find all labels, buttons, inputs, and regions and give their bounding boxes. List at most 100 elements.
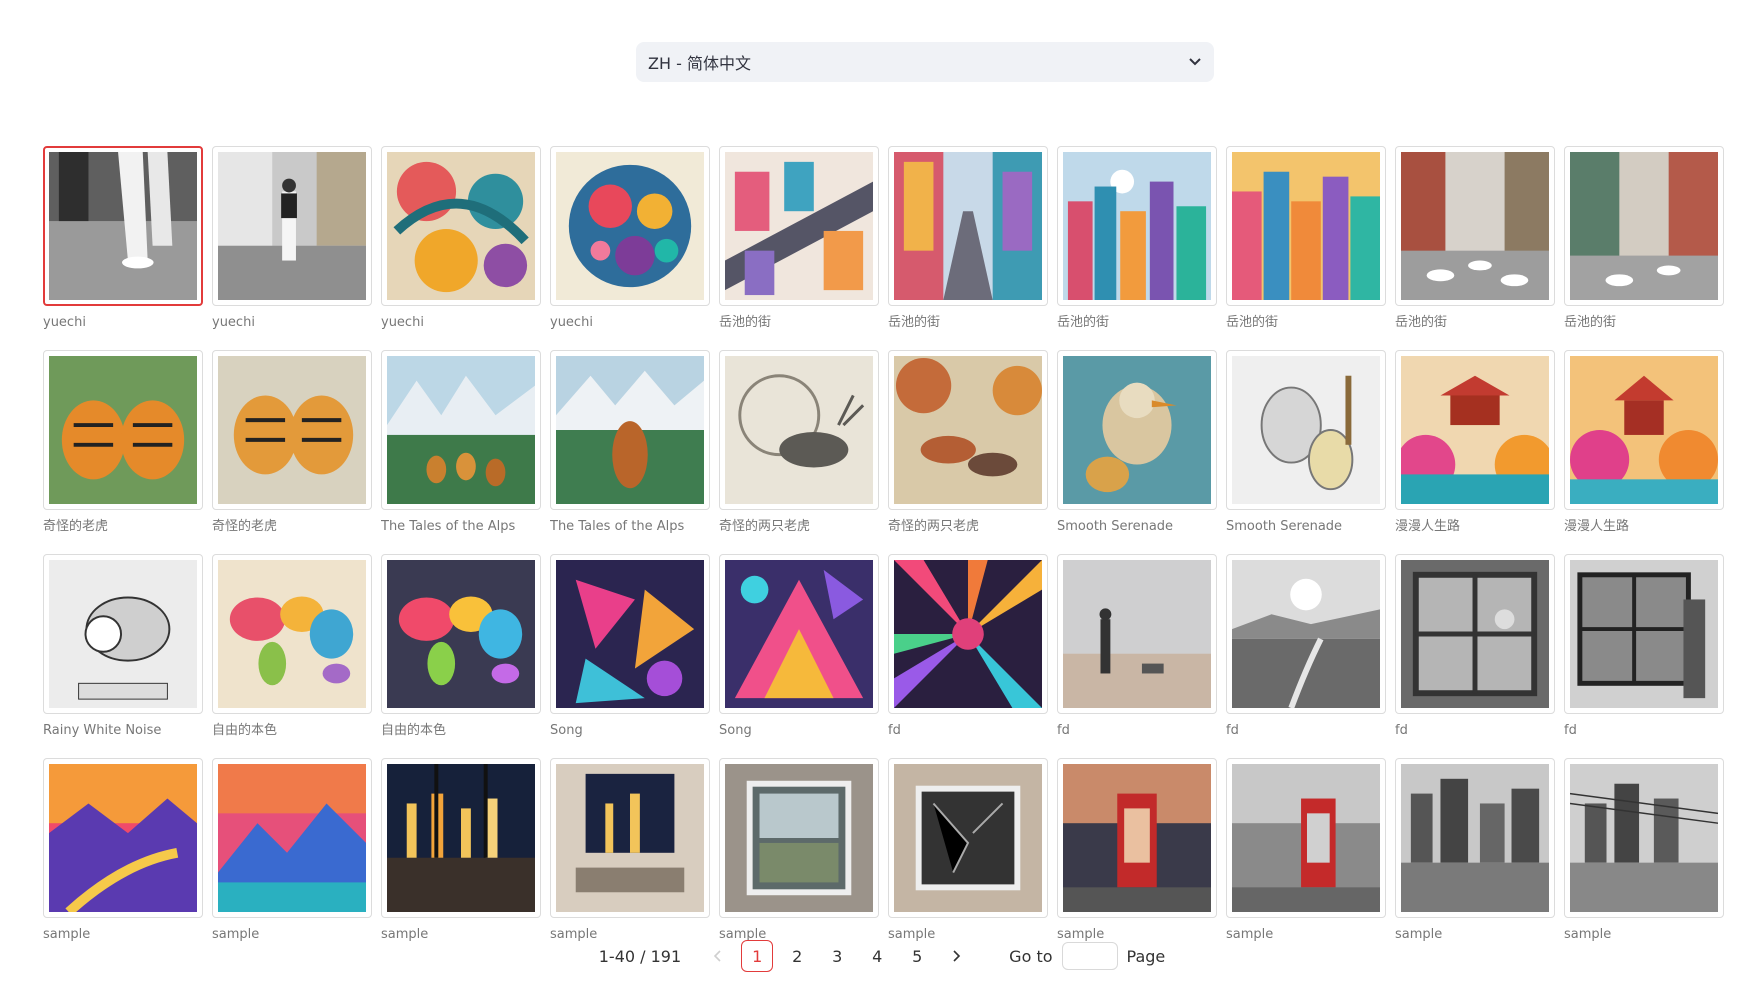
gallery-card[interactable]: fd — [888, 554, 1048, 739]
gallery-card[interactable]: sample — [212, 758, 372, 943]
gallery-card[interactable]: 自由的本色 — [212, 554, 372, 739]
gallery-thumbnail[interactable] — [212, 146, 372, 306]
gallery-card[interactable]: yuechi — [381, 146, 541, 331]
gallery-card[interactable]: sample — [550, 758, 710, 943]
gallery-thumbnail[interactable] — [43, 758, 203, 918]
gallery-thumbnail[interactable] — [381, 554, 541, 714]
language-select-value: ZH - 简体中文 — [648, 54, 751, 73]
gallery-caption: Rainy White Noise — [43, 723, 162, 738]
thumbnail-image — [556, 152, 704, 300]
gallery-caption: yuechi — [43, 315, 86, 330]
gallery-card[interactable]: Smooth Serenade — [1226, 350, 1386, 535]
gallery-card[interactable]: sample — [1057, 758, 1217, 943]
gallery-thumbnail[interactable] — [1057, 758, 1217, 918]
gallery-thumbnail[interactable] — [1057, 146, 1217, 306]
page-label: Page — [1126, 946, 1166, 966]
gallery-thumbnail[interactable] — [212, 554, 372, 714]
page-button-4[interactable]: 4 — [861, 940, 893, 972]
gallery-card[interactable]: yuechi — [550, 146, 710, 331]
gallery-thumbnail[interactable] — [719, 758, 879, 918]
gallery-thumbnail[interactable] — [381, 350, 541, 510]
gallery-thumbnail[interactable] — [888, 758, 1048, 918]
gallery-thumbnail[interactable] — [381, 146, 541, 306]
gallery-thumbnail[interactable] — [719, 350, 879, 510]
thumbnail-image — [1570, 560, 1718, 708]
gallery-thumbnail[interactable] — [1564, 758, 1724, 918]
thumbnail-image — [1063, 152, 1211, 300]
gallery-card[interactable]: 岳池的街 — [719, 146, 879, 331]
gallery-card[interactable]: sample — [888, 758, 1048, 943]
page-button-5[interactable]: 5 — [901, 940, 933, 972]
gallery-thumbnail[interactable] — [1057, 554, 1217, 714]
gallery-thumbnail[interactable] — [1226, 554, 1386, 714]
goto-page-input[interactable] — [1061, 942, 1118, 970]
gallery-thumbnail[interactable] — [1057, 350, 1217, 510]
chevron-left-icon[interactable] — [701, 940, 733, 972]
gallery-card[interactable]: fd — [1057, 554, 1217, 739]
gallery-thumbnail[interactable] — [212, 758, 372, 918]
gallery-card[interactable]: Song — [550, 554, 710, 739]
gallery-thumbnail[interactable] — [1395, 758, 1555, 918]
gallery-thumbnail[interactable] — [1564, 350, 1724, 510]
gallery-card[interactable]: 岳池的街 — [888, 146, 1048, 331]
gallery-card[interactable]: sample — [719, 758, 879, 943]
gallery-thumbnail[interactable] — [43, 350, 203, 510]
gallery-thumbnail[interactable] — [1226, 758, 1386, 918]
gallery-thumbnail[interactable] — [719, 554, 879, 714]
gallery-thumbnail[interactable] — [550, 758, 710, 918]
gallery-thumbnail[interactable] — [1564, 554, 1724, 714]
gallery-thumbnail[interactable] — [43, 554, 203, 714]
gallery-card[interactable]: 奇怪的老虎 — [212, 350, 372, 535]
chevron-right-icon[interactable] — [941, 940, 973, 972]
gallery-thumbnail[interactable] — [1226, 146, 1386, 306]
gallery-card[interactable]: 奇怪的两只老虎 — [719, 350, 879, 535]
gallery-thumbnail[interactable] — [1395, 146, 1555, 306]
gallery-card[interactable]: fd — [1395, 554, 1555, 739]
gallery-thumbnail[interactable] — [1395, 350, 1555, 510]
gallery-thumbnail[interactable] — [550, 350, 710, 510]
gallery-card[interactable]: Song — [719, 554, 879, 739]
gallery-card[interactable]: The Tales of the Alps — [550, 350, 710, 535]
gallery-caption: 漫漫人生路 — [1564, 519, 1630, 534]
gallery-card[interactable]: fd — [1564, 554, 1724, 739]
gallery-card[interactable]: 岳池的街 — [1057, 146, 1217, 331]
page-button-2[interactable]: 2 — [781, 940, 813, 972]
gallery-card[interactable]: sample — [43, 758, 203, 943]
gallery-card[interactable]: 岳池的街 — [1395, 146, 1555, 331]
gallery-card[interactable]: 漫漫人生路 — [1564, 350, 1724, 535]
gallery-thumbnail[interactable] — [888, 350, 1048, 510]
gallery-card[interactable]: Rainy White Noise — [43, 554, 203, 739]
gallery-thumbnail[interactable] — [550, 554, 710, 714]
language-select[interactable]: ZH - 简体中文 — [636, 42, 1214, 82]
gallery-caption: 岳池的街 — [1564, 315, 1617, 330]
gallery-card[interactable]: sample — [1226, 758, 1386, 943]
page-button-3[interactable]: 3 — [821, 940, 853, 972]
gallery-card[interactable]: 漫漫人生路 — [1395, 350, 1555, 535]
gallery-thumbnail[interactable] — [888, 554, 1048, 714]
gallery-card[interactable]: 岳池的街 — [1226, 146, 1386, 331]
gallery-thumbnail[interactable] — [719, 146, 879, 306]
gallery-card[interactable]: yuechi — [43, 146, 203, 331]
gallery-card[interactable]: The Tales of the Alps — [381, 350, 541, 535]
gallery-caption: Smooth Serenade — [1226, 519, 1343, 534]
gallery-thumbnail[interactable] — [888, 146, 1048, 306]
gallery-card[interactable]: 奇怪的老虎 — [43, 350, 203, 535]
gallery-card[interactable]: 自由的本色 — [381, 554, 541, 739]
gallery-thumbnail[interactable] — [43, 146, 203, 306]
gallery-thumbnail[interactable] — [1395, 554, 1555, 714]
gallery-thumbnail[interactable] — [1564, 146, 1724, 306]
gallery-thumbnail[interactable] — [550, 146, 710, 306]
gallery-card[interactable]: yuechi — [212, 146, 372, 331]
gallery-thumbnail[interactable] — [381, 758, 541, 918]
gallery-card[interactable]: sample — [381, 758, 541, 943]
gallery-card[interactable]: sample — [1564, 758, 1724, 943]
gallery-card[interactable]: 岳池的街 — [1564, 146, 1724, 331]
gallery-card[interactable]: 奇怪的两只老虎 — [888, 350, 1048, 535]
thumbnail-image — [725, 764, 873, 912]
gallery-thumbnail[interactable] — [212, 350, 372, 510]
page-button-1[interactable]: 1 — [741, 940, 774, 972]
gallery-thumbnail[interactable] — [1226, 350, 1386, 510]
gallery-card[interactable]: sample — [1395, 758, 1555, 943]
gallery-card[interactable]: Smooth Serenade — [1057, 350, 1217, 535]
gallery-card[interactable]: fd — [1226, 554, 1386, 739]
